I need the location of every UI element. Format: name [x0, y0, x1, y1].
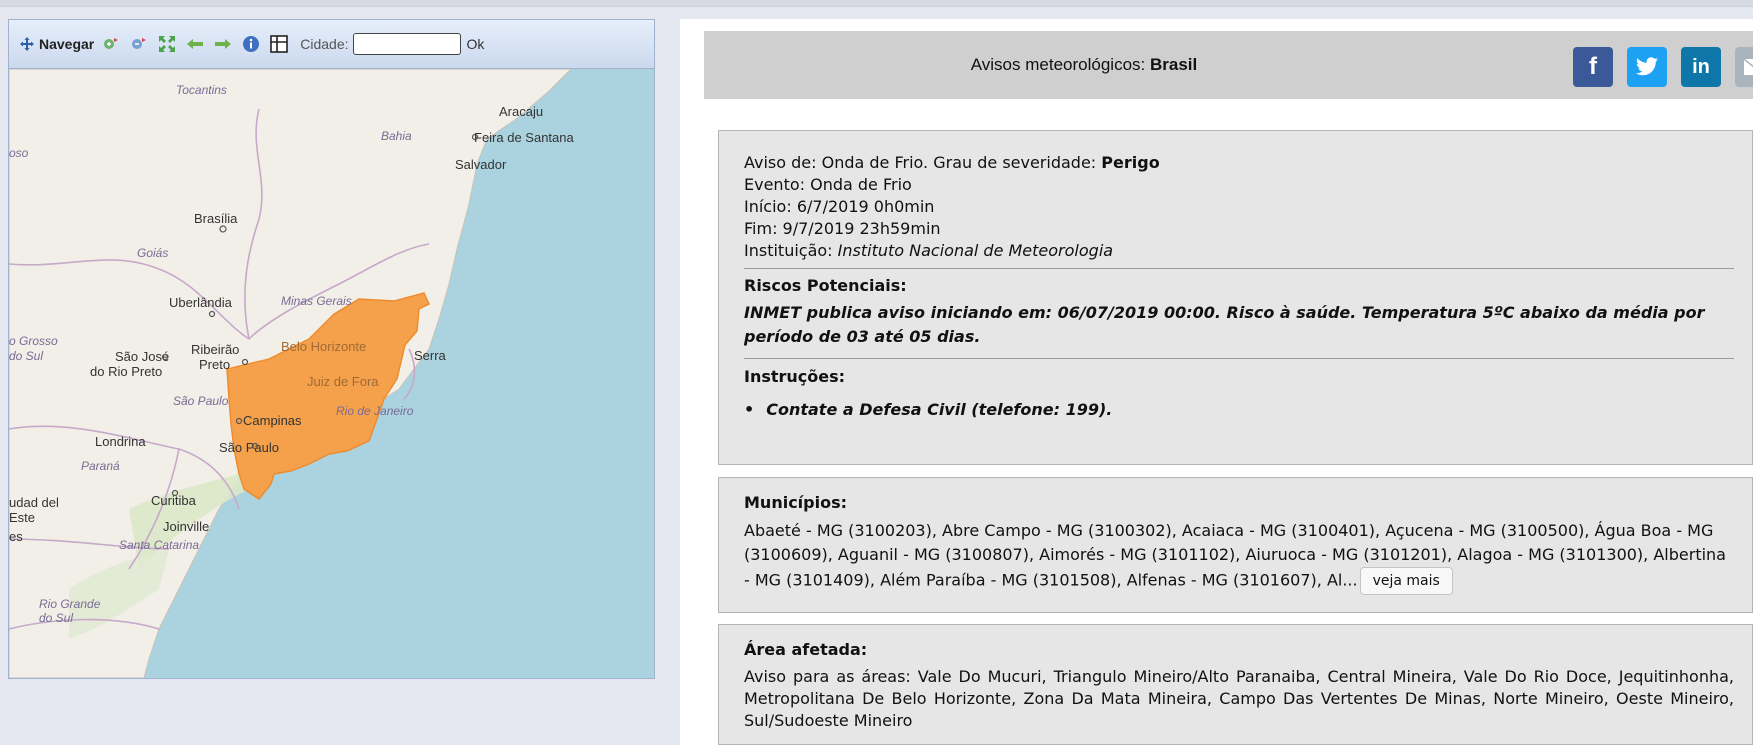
municipios-title: Municípios:: [744, 493, 848, 512]
area-title: Área afetada:: [744, 640, 868, 659]
municipios-list: Abaeté - MG (3100203), Abre Campo - MG (…: [744, 519, 1734, 595]
twitter-share-button[interactable]: [1627, 47, 1667, 87]
content-panel: Avisos meteorológicos: Brasil f in Aviso…: [680, 19, 1753, 745]
pan-move-icon: [20, 37, 34, 51]
map-label: o Grosso: [9, 334, 58, 348]
map-label: Ribeirão: [191, 342, 239, 357]
divider: [744, 268, 1734, 269]
map-label: do Rio Preto: [90, 364, 162, 379]
aviso-line: Aviso de: Onda de Frio. Grau de severida…: [744, 153, 1160, 172]
map-label: Tocantins: [176, 83, 227, 97]
divider: [744, 358, 1734, 359]
linkedin-icon: in: [1692, 55, 1710, 78]
map-label: Joinville: [163, 519, 209, 534]
cidade-input[interactable]: [352, 33, 461, 55]
map-canvas[interactable]: Tocantins Aracaju Bahia Feira de Santana…: [9, 69, 654, 678]
map-label: Brasília: [194, 211, 238, 226]
map-label: Paraná: [81, 459, 120, 473]
back-arrow-icon[interactable]: [184, 33, 206, 55]
map-panel: Navegar Cidade: Ok Tocantins Aracaju Bah…: [8, 19, 655, 679]
map-label: oso: [9, 146, 29, 160]
ok-button[interactable]: Ok: [467, 36, 485, 52]
riscos-text: INMET publica aviso iniciando em: 06/07/…: [744, 303, 1705, 346]
municipios-text: Abaeté - MG (3100203), Abre Campo - MG (…: [744, 521, 1726, 590]
zoom-out-icon[interactable]: [128, 33, 150, 55]
zoom-in-icon[interactable]: [100, 33, 122, 55]
area-afetada-box: Área afetada: Aviso para as áreas: Vale …: [718, 624, 1753, 745]
veja-mais-button[interactable]: veja mais: [1359, 567, 1453, 595]
instituicao-line: Instituição: Instituto Nacional de Meteo…: [744, 241, 1113, 260]
map-label: Rio de Janeiro: [336, 404, 414, 418]
map-label: do Sul: [39, 611, 73, 625]
map-label: São José: [115, 349, 169, 364]
grid-icon[interactable]: [268, 33, 290, 55]
map-label: Salvador: [455, 157, 507, 172]
instrucoes-title: Instruções:: [744, 367, 846, 386]
cidade-label: Cidade:: [300, 36, 349, 52]
facebook-share-button[interactable]: f: [1573, 47, 1613, 87]
navegar-button[interactable]: Navegar: [19, 36, 94, 52]
map-label: udad del: [9, 495, 59, 510]
facebook-icon: f: [1589, 53, 1597, 80]
info-icon[interactable]: [240, 33, 262, 55]
map-toolbar: Navegar Cidade: Ok: [9, 20, 654, 69]
top-strip: [0, 0, 1753, 7]
aviso-prefix: Aviso de: Onda de Frio. Grau de severida…: [744, 153, 1097, 172]
map-label: Serra: [414, 348, 447, 363]
alert-details-box: Aviso de: Onda de Frio. Grau de severida…: [718, 130, 1753, 465]
municipios-box: Municípios: Abaeté - MG (3100203), Abre …: [718, 477, 1753, 613]
map-label: Santa Catarina: [119, 538, 199, 552]
map-label: Bahia: [381, 129, 412, 143]
severity-value: Perigo: [1101, 153, 1160, 172]
map-label: Feira de Santana: [474, 130, 575, 145]
header-bar: Avisos meteorológicos: Brasil f in: [704, 31, 1753, 99]
map-label: Juiz de Fora: [307, 374, 379, 389]
map-label: Este: [9, 510, 35, 525]
email-icon: [1743, 58, 1753, 75]
map-label: São Paulo: [173, 394, 229, 408]
map-label: Londrina: [95, 434, 146, 449]
map-label: Rio Grande: [39, 597, 101, 611]
instituicao-value: Instituto Nacional de Meteorologia: [837, 241, 1114, 260]
riscos-title: Riscos Potenciais:: [744, 276, 907, 295]
forward-arrow-icon[interactable]: [212, 33, 234, 55]
map-label: do Sul: [9, 349, 43, 363]
navegar-label: Navegar: [39, 36, 95, 52]
map-label: Preto: [199, 357, 230, 372]
full-extent-icon[interactable]: [156, 33, 178, 55]
map-label: Uberlândia: [169, 295, 233, 310]
twitter-icon: [1636, 57, 1658, 76]
evento-line: Evento: Onda de Frio: [744, 175, 912, 194]
linkedin-share-button[interactable]: in: [1681, 47, 1721, 87]
map-label: Goiás: [137, 246, 168, 260]
email-share-button[interactable]: [1735, 47, 1753, 87]
inicio-line: Início: 6/7/2019 0h0min: [744, 197, 935, 216]
instrucao-item: Contate a Defesa Civil (telefone: 199).: [744, 400, 1112, 419]
map-label: Minas Gerais: [281, 294, 352, 308]
map-label: Campinas: [243, 413, 302, 428]
area-text: Aviso para as áreas: Vale Do Mucuri, Tri…: [744, 667, 1734, 730]
fim-line: Fim: 9/7/2019 23h59min: [744, 219, 941, 238]
map-label: São Paulo: [219, 440, 279, 455]
title-region: Brasil: [1149, 55, 1198, 74]
map-label: Aracaju: [499, 104, 543, 119]
map-label: es: [9, 529, 23, 544]
instituicao-label: Instituição:: [744, 241, 833, 260]
map-label: Belo Horizonte: [281, 339, 366, 354]
page-title: Avisos meteorológicos: Brasil: [704, 55, 1464, 75]
title-prefix: Avisos meteorológicos:: [970, 55, 1146, 74]
